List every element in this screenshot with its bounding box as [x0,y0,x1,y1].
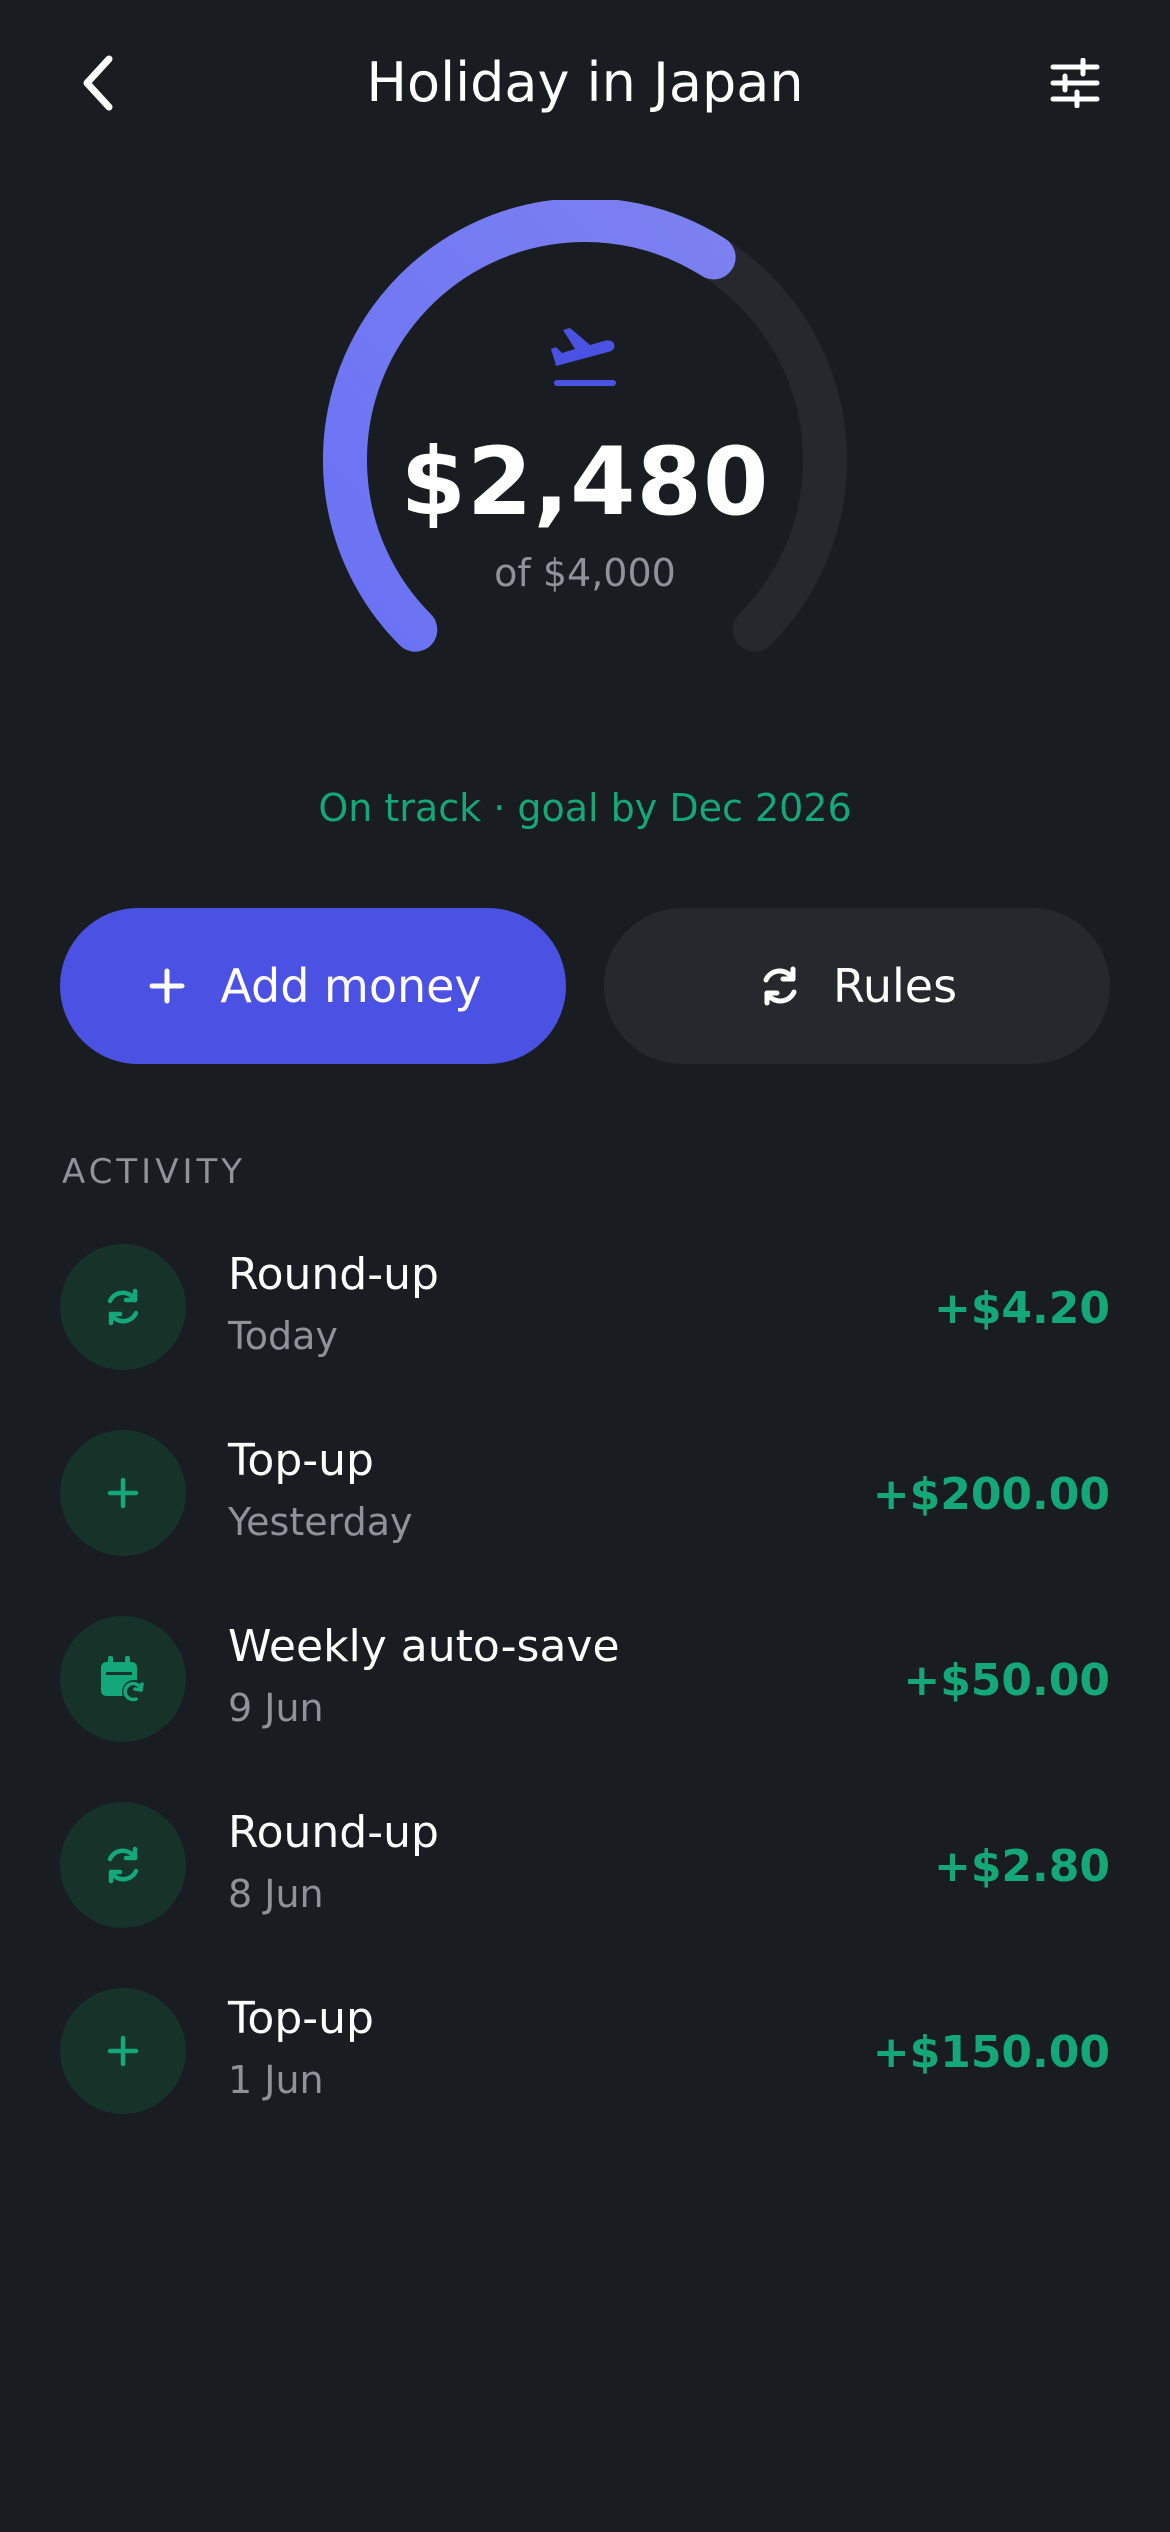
activity-amount: +$2.80 [933,1841,1110,1892]
activity-title: Round-up [228,1807,439,1858]
activity-amount: +$4.20 [933,1283,1110,1334]
top-bar: Holiday in Japan [0,0,1170,170]
calendar-repeat-icon [60,1616,186,1742]
goal-target: of $4,000 [494,551,676,595]
activity-row[interactable]: Weekly auto-save 9 Jun +$50.00 [60,1616,1110,1744]
activity-title: Weekly auto-save [228,1621,620,1672]
activity-row[interactable]: Top-up 1 Jun +$150.00 [60,1988,1110,2116]
activity-amount: +$50.00 [903,1655,1110,1706]
activity-amount: +$150.00 [872,2027,1110,2078]
plus-icon [60,1988,186,2114]
goal-progress-gauge: $2,480 of $4,000 [322,200,848,660]
add-money-button[interactable]: Add money [60,908,566,1064]
activity-title: Top-up [228,1435,374,1486]
activity-row[interactable]: Round-up 8 Jun +$2.80 [60,1802,1110,1930]
plus-icon [144,963,190,1009]
round-up-icon [60,1244,186,1370]
activity-amount: +$200.00 [872,1469,1110,1520]
settings-button[interactable] [1040,48,1110,118]
activity-date: Yesterday [228,1500,413,1544]
activity-title: Top-up [228,1993,374,2044]
goal-status: On track · goal by Dec 2026 [318,786,852,830]
page-title: Holiday in Japan [366,51,804,114]
activity-date: Today [228,1314,338,1358]
rules-label: Rules [832,959,958,1013]
round-up-icon [60,1802,186,1928]
activity-date: 8 Jun [228,1872,324,1916]
activity-section-label: ACTIVITY [62,1152,247,1192]
activity-date: 9 Jun [228,1686,324,1730]
activity-row[interactable]: Top-up Yesterday +$200.00 [60,1430,1110,1558]
refresh-icon [757,963,803,1009]
saved-amount: $2,480 [400,428,770,537]
airplane-takeoff-icon [551,328,616,386]
rules-button[interactable]: Rules [604,908,1110,1064]
add-money-label: Add money [220,959,482,1013]
sliders-icon [1050,58,1100,108]
plus-icon [60,1430,186,1556]
activity-title: Round-up [228,1249,439,1300]
activity-date: 1 Jun [228,2058,324,2102]
activity-row[interactable]: Round-up Today +$4.20 [60,1244,1110,1372]
